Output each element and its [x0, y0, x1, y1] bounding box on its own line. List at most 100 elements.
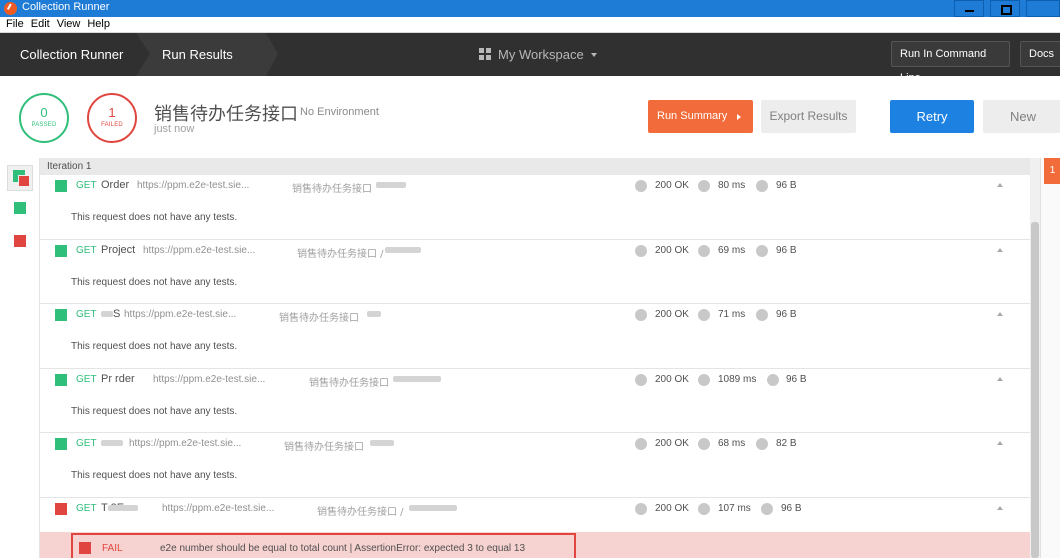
- redacted-text: [367, 311, 381, 317]
- close-button[interactable]: [1026, 0, 1060, 17]
- response-time-icon: [698, 438, 710, 450]
- chevron-up-icon[interactable]: [997, 183, 1003, 187]
- response-size-icon: [756, 309, 768, 321]
- chevron-up-icon[interactable]: [997, 247, 1003, 252]
- status-code-icon: [635, 373, 647, 386]
- no-tests-note: This request does not have any tests.: [71, 341, 238, 352]
- filter-all[interactable]: [7, 165, 33, 191]
- response-size: 96 B: [781, 502, 802, 514]
- chevron-down-icon: [590, 53, 597, 57]
- no-tests-note: This request does not have any tests.: [71, 276, 238, 288]
- request-url: https://ppm.e2e-test.sie...: [129, 438, 242, 449]
- breadcrumb-collection-runner[interactable]: Collection Runner: [0, 33, 136, 76]
- menu-bar: File Edit View Help: [0, 17, 1060, 33]
- workspace-grid-icon: [479, 48, 491, 60]
- chevron-up-icon[interactable]: [997, 376, 1003, 381]
- request-method: GET: [76, 438, 97, 449]
- failure-message: e2e number should be equal to total coun…: [160, 542, 526, 554]
- menu-edit[interactable]: Edit: [31, 17, 50, 30]
- retry-button[interactable]: Retry: [890, 100, 974, 133]
- response-size-icon: [767, 373, 779, 386]
- fail-status-icon: [79, 541, 91, 554]
- chevron-up-icon[interactable]: [997, 312, 1003, 316]
- failed-count: 1: [108, 105, 116, 120]
- failed-counter: 1 FAILED: [87, 93, 137, 143]
- request-name: Project: [101, 243, 136, 256]
- request-method: GET: [76, 502, 97, 514]
- fail-square-icon: [18, 175, 30, 187]
- request-collection: 销售待办任务接口: [292, 184, 372, 195]
- workspace-switcher[interactable]: My Workspace: [479, 33, 597, 76]
- chevron-up-icon[interactable]: [997, 505, 1003, 510]
- minimize-button[interactable]: [954, 0, 984, 17]
- response-time-icon: [698, 373, 710, 386]
- workspace-name: My Workspace: [498, 47, 584, 62]
- response-time: 80 ms: [718, 180, 746, 191]
- request-url: https://ppm.e2e-test.sie...: [124, 309, 237, 320]
- chevron-up-icon[interactable]: [997, 441, 1003, 445]
- request-method: GET: [76, 309, 97, 320]
- redacted-text: [370, 440, 394, 446]
- request-url: https://ppm.e2e-test.sie...: [143, 244, 256, 256]
- request-row[interactable]: GET Order https://ppm.e2e-test.sie... 销售…: [40, 175, 1030, 240]
- response-size-icon: [756, 244, 768, 257]
- response-time: 69 ms: [718, 244, 746, 256]
- menu-help[interactable]: Help: [87, 17, 110, 30]
- filter-failed[interactable]: [14, 235, 26, 247]
- iteration-tab[interactable]: 1: [1044, 158, 1060, 184]
- response-time: 68 ms: [718, 438, 746, 449]
- status-code-icon: [635, 309, 647, 321]
- passed-counter: 0 PASSED: [19, 93, 69, 143]
- run-summary-label: Run Summary: [657, 110, 728, 122]
- breadcrumb-run-results[interactable]: Run Results: [136, 33, 266, 76]
- status-code: 200 OK: [655, 309, 689, 320]
- window-title: Collection Runner: [22, 1, 110, 13]
- scrollbar-thumb[interactable]: [1031, 222, 1039, 558]
- no-tests-note: This request does not have any tests.: [71, 470, 238, 481]
- request-row[interactable]: GET Project https://ppm.e2e-test.sie... …: [40, 239, 1030, 304]
- request-row-failed[interactable]: GET T 2E https://ppm.e2e-test.sie... 销售待…: [40, 497, 1030, 532]
- run-summary-header: 0 PASSED 1 FAILED 销售待办任务接口 No Environmen…: [0, 76, 1060, 158]
- docs-button[interactable]: Docs: [1020, 41, 1060, 67]
- postman-logo-icon: [4, 2, 17, 15]
- export-results-button[interactable]: Export Results: [761, 100, 856, 133]
- response-size-icon: [756, 180, 768, 192]
- environment-label: No Environment: [300, 106, 379, 118]
- run-time: just now: [154, 123, 195, 135]
- response-size: 96 B: [776, 244, 797, 256]
- request-row[interactable]: GET https://ppm.e2e-test.sie... 销售待办任务接口…: [40, 433, 1030, 498]
- request-collection: 销售待办任务接口: [279, 313, 359, 324]
- response-time: 107 ms: [718, 502, 751, 514]
- breadcrumb-separator: [136, 33, 150, 76]
- run-summary-button[interactable]: Run Summary: [648, 100, 753, 133]
- status-code: 200 OK: [655, 180, 689, 191]
- request-row[interactable]: GET S https://ppm.e2e-test.sie... 销售待办任务…: [40, 304, 1030, 369]
- response-time-icon: [698, 309, 710, 321]
- request-name: S: [113, 308, 121, 320]
- pass-status-icon: [55, 373, 67, 386]
- right-side-panel: 1: [1040, 158, 1060, 558]
- request-collection: 销售待办任务接口: [284, 442, 364, 453]
- maximize-button[interactable]: [990, 0, 1020, 17]
- response-size-icon: [756, 438, 768, 450]
- breadcrumb-end: [266, 33, 278, 76]
- request-collection: 销售待办任务接口 /: [317, 506, 404, 518]
- filter-passed[interactable]: [14, 202, 26, 214]
- status-code: 200 OK: [655, 373, 689, 385]
- new-button[interactable]: New: [983, 100, 1060, 133]
- menu-file[interactable]: File: [6, 17, 24, 30]
- menu-view[interactable]: View: [57, 17, 81, 30]
- request-method: GET: [76, 180, 97, 191]
- request-url: https://ppm.e2e-test.sie...: [162, 502, 275, 514]
- response-size: 96 B: [776, 309, 797, 320]
- request-method: GET: [76, 373, 97, 385]
- run-in-command-line-button[interactable]: Run In Command Line: [891, 41, 1010, 84]
- request-collection: 销售待办任务接口 /: [297, 248, 384, 260]
- request-name: Pr rder: [101, 372, 135, 385]
- results-scrollbar[interactable]: [1030, 158, 1040, 558]
- redacted-text: [108, 504, 138, 511]
- pass-status-icon: [55, 244, 67, 257]
- response-time-icon: [698, 180, 710, 192]
- request-row[interactable]: GET Pr rder https://ppm.e2e-test.sie... …: [40, 368, 1030, 433]
- request-results-list: GET Order https://ppm.e2e-test.sie... 销售…: [40, 175, 1030, 558]
